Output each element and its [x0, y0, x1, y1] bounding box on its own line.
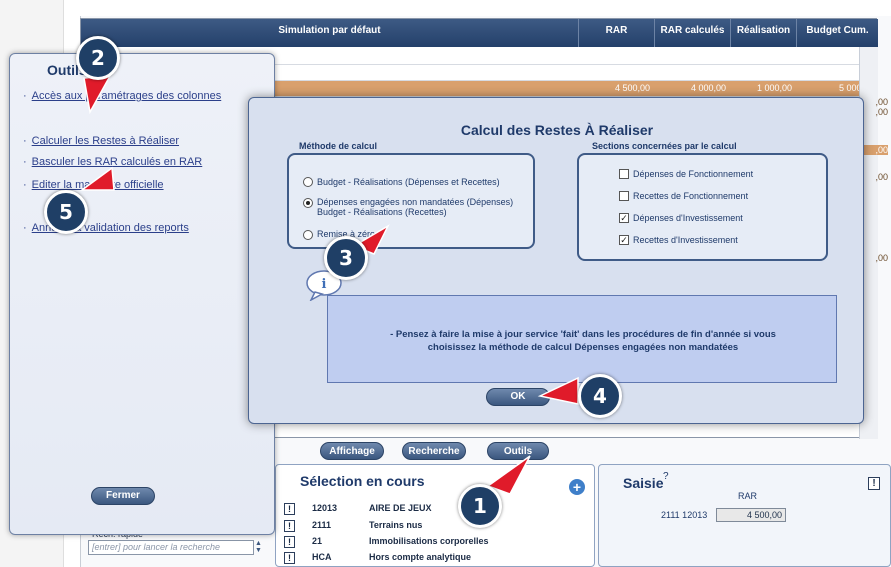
pointer-overlay — [79, 75, 579, 495]
callout-5: 5 — [44, 190, 88, 234]
callout-2: 2 — [76, 36, 120, 80]
callout-3: 3 — [324, 236, 368, 280]
pointer-arrow-4 — [537, 376, 579, 405]
callout-4: 4 — [578, 374, 622, 418]
callout-1: 1 — [458, 484, 502, 528]
pointer-arrow-2 — [83, 75, 112, 115]
pointer-arrow-5 — [79, 166, 115, 191]
